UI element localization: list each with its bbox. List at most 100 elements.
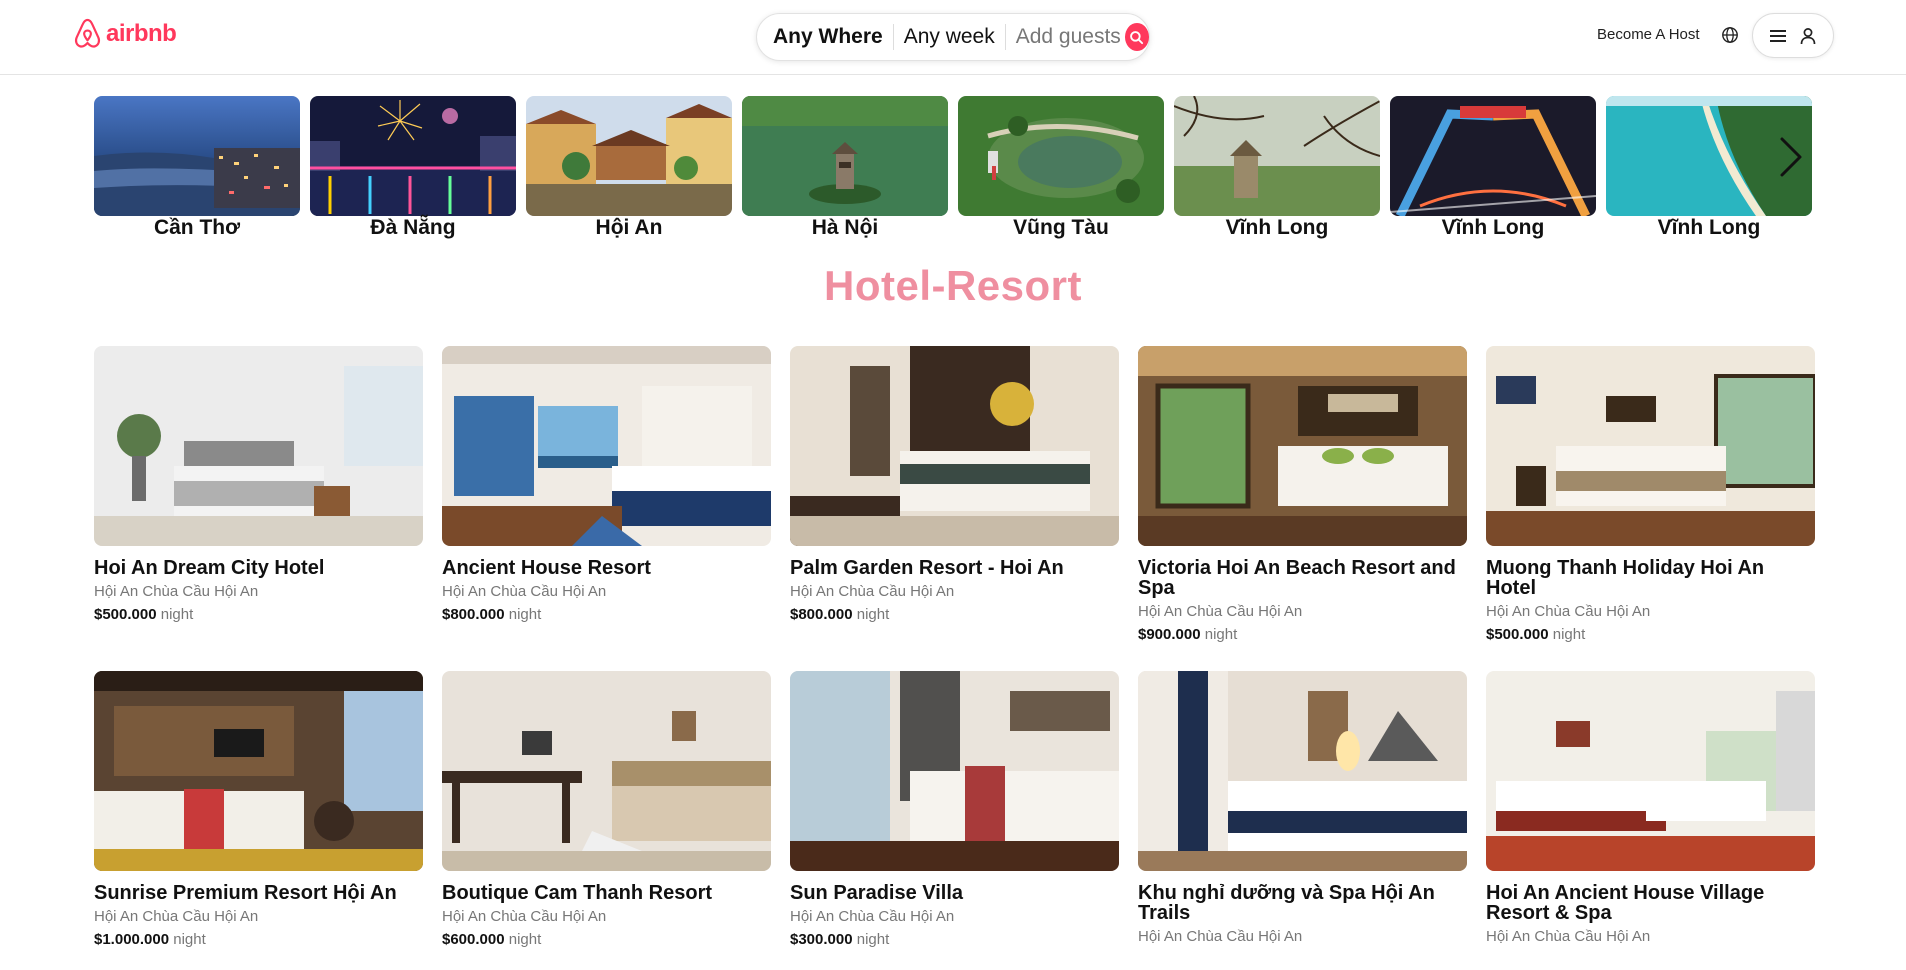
destination-name: Vũng Tàu — [1013, 216, 1109, 239]
destination-card[interactable]: Vũng Tàu — [958, 96, 1164, 240]
listing-title[interactable]: Hoi An Dream City Hotel — [94, 558, 423, 578]
listing-image — [94, 671, 423, 871]
listing-price-line: $500.000 night — [1486, 626, 1815, 644]
destination-image — [526, 96, 732, 216]
listing-price-line: $300.000 night — [790, 931, 1119, 949]
airbnb-logo-icon — [74, 18, 101, 48]
listing-card[interactable]: Victoria Hoi An Beach Resort and Spa Hội… — [1138, 346, 1467, 644]
listing-title[interactable]: Victoria Hoi An Beach Resort and Spa — [1138, 558, 1467, 598]
listing-location: Hội An Chùa Cầu Hội An — [1486, 603, 1651, 620]
listing-image — [94, 346, 423, 546]
listing-image — [442, 671, 771, 871]
listing-price-line: $800.000 night — [790, 606, 1119, 624]
listing-price-unit: night — [1552, 626, 1586, 643]
become-host-link[interactable]: Become A Host — [1597, 26, 1700, 43]
listing-title[interactable]: Muong Thanh Holiday Hoi An Hotel — [1486, 558, 1815, 598]
destination-carousel: Cần Thơ Đà Nẵng Hội An Hà Nội Vũng Tàu V… — [94, 96, 1814, 246]
listing-image — [1486, 346, 1815, 546]
destination-name: Hội An — [595, 216, 663, 239]
globe-icon[interactable] — [1721, 26, 1739, 44]
user-icon — [1800, 27, 1816, 44]
user-menu-button[interactable] — [1752, 13, 1834, 58]
listing-price-line: $800.000 night — [442, 606, 771, 624]
listing-price: $1.000.000 — [94, 931, 170, 948]
listing-card[interactable]: Khu nghỉ dưỡng và Spa Hội An Trails Hội … — [1138, 671, 1467, 951]
listing-location: Hội An Chùa Cầu Hội An — [94, 908, 259, 925]
listing-price-line: $500.000 night — [94, 606, 423, 624]
carousel-next-icon[interactable] — [1776, 135, 1806, 179]
section-title: Hotel-Resort — [823, 262, 1083, 309]
listing-price-unit: night — [856, 931, 890, 948]
destination-card[interactable]: Hà Nội — [742, 96, 948, 240]
search-icon — [1130, 30, 1144, 44]
destination-name: Vĩnh Long — [1441, 216, 1545, 239]
destination-image — [1174, 96, 1380, 216]
top-navbar: airbnb Any Where Any week Add guests Bec… — [0, 0, 1906, 75]
listing-card[interactable]: Hoi An Dream City Hotel Hội An Chùa Cầu … — [94, 346, 423, 624]
listing-location: Hội An Chùa Cầu Hội An — [1138, 928, 1303, 945]
search-button[interactable] — [1124, 23, 1149, 51]
listing-location: Hội An Chùa Cầu Hội An — [442, 583, 607, 600]
destination-card[interactable]: Vĩnh Long — [1390, 96, 1596, 240]
listing-card[interactable]: Sun Paradise Villa Hội An Chùa Cầu Hội A… — [790, 671, 1119, 949]
listing-title[interactable]: Ancient House Resort — [442, 558, 771, 578]
listing-card[interactable]: Palm Garden Resort - Hoi An Hội An Chùa … — [790, 346, 1119, 624]
brand-name: airbnb — [106, 19, 177, 47]
listing-location: Hội An Chùa Cầu Hội An — [790, 583, 955, 600]
destination-image — [1390, 96, 1596, 216]
search-week[interactable]: Any week — [894, 24, 1006, 50]
listing-image — [442, 346, 771, 546]
listing-title[interactable]: Palm Garden Resort - Hoi An — [790, 558, 1119, 578]
destination-image — [94, 96, 300, 216]
listing-image — [1138, 346, 1467, 546]
destination-card[interactable]: Đà Nẵng — [310, 96, 516, 240]
listing-image — [790, 671, 1119, 871]
listing-card[interactable]: Ancient House Resort Hội An Chùa Cầu Hội… — [442, 346, 771, 624]
listing-price-unit: night — [1204, 626, 1238, 643]
listing-card[interactable]: Muong Thanh Holiday Hoi An Hotel Hội An … — [1486, 346, 1815, 644]
listing-title[interactable]: Boutique Cam Thanh Resort — [442, 883, 771, 903]
search-bar[interactable]: Any Where Any week Add guests — [756, 13, 1150, 61]
destination-name: Đà Nẵng — [370, 216, 456, 239]
search-guests[interactable]: Add guests — [1006, 24, 1121, 50]
destination-image — [742, 96, 948, 216]
listing-price-unit: night — [173, 931, 206, 948]
destination-card[interactable]: Cần Thơ — [94, 96, 300, 240]
listing-location: Hội An Chùa Cầu Hội An — [790, 908, 955, 925]
listing-price-line: $900.000 night — [1138, 626, 1467, 644]
listing-price: $300.000 — [790, 931, 853, 948]
listing-card[interactable]: Sunrise Premium Resort Hội An Hội An Chù… — [94, 671, 423, 949]
destination-image — [958, 96, 1164, 216]
listing-title[interactable]: Hoi An Ancient House Village Resort & Sp… — [1486, 883, 1815, 923]
destination-name: Vĩnh Long — [1657, 216, 1761, 239]
listing-price: $900.000 — [1138, 626, 1201, 643]
listing-price-unit: night — [508, 606, 542, 623]
listing-location: Hội An Chùa Cầu Hội An — [94, 583, 259, 600]
destination-image — [310, 96, 516, 216]
listing-location: Hội An Chùa Cầu Hội An — [1138, 603, 1303, 620]
listing-title[interactable]: Sun Paradise Villa — [790, 883, 1119, 903]
listing-location: Hội An Chùa Cầu Hội An — [442, 908, 607, 925]
destination-name: Vĩnh Long — [1225, 216, 1329, 239]
listing-image — [1138, 671, 1467, 871]
destination-name: Hà Nội — [811, 216, 879, 239]
listing-title[interactable]: Khu nghỉ dưỡng và Spa Hội An Trails — [1138, 883, 1467, 923]
listing-location: Hội An Chùa Cầu Hội An — [1486, 928, 1651, 945]
listing-price-line: $600.000 night — [442, 931, 771, 949]
destination-card[interactable]: Hội An — [526, 96, 732, 240]
listing-price: $500.000 — [1486, 626, 1549, 643]
listing-price: $800.000 — [790, 606, 853, 623]
listing-card[interactable]: Boutique Cam Thanh Resort Hội An Chùa Cầ… — [442, 671, 771, 949]
listing-price: $600.000 — [442, 931, 505, 948]
destination-name: Cần Thơ — [153, 216, 241, 239]
listing-price-unit: night — [508, 931, 542, 948]
airbnb-logo[interactable]: airbnb — [73, 18, 177, 49]
listing-price: $500.000 — [94, 606, 157, 623]
hamburger-icon — [1770, 29, 1786, 42]
search-where[interactable]: Any Where — [773, 24, 894, 50]
listing-price-line: $1.000.000 night — [94, 931, 423, 949]
listing-price: $800.000 — [442, 606, 505, 623]
listing-card[interactable]: Hoi An Ancient House Village Resort & Sp… — [1486, 671, 1815, 951]
listing-title[interactable]: Sunrise Premium Resort Hội An — [94, 883, 423, 903]
destination-card[interactable]: Vĩnh Long — [1174, 96, 1380, 240]
